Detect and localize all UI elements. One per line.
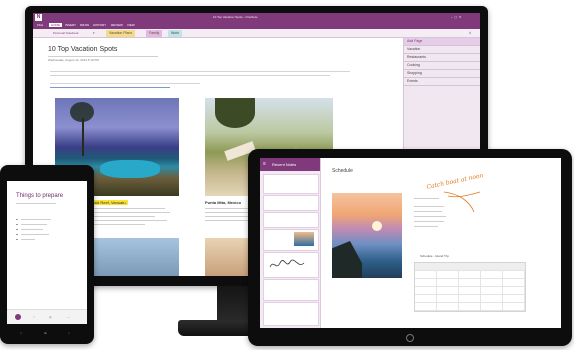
section-bar: Personal Notebook ▾ Vacation Plans Famil… [33,29,480,38]
tablet-screen: Recent Notes ≡ Schedule Catch boat at no… [260,158,561,328]
text-line [50,71,350,72]
phone-screen: Things to prepare ○ ◎ ⋯ [7,181,87,324]
section-tab-vacation[interactable]: Vacation Plans [106,30,136,37]
checklist [16,219,76,259]
ribbon: FILE HOME INSERT DRAW HISTORY REVIEW VIE… [33,22,480,29]
sidebar-page[interactable]: Shopping [404,70,480,78]
tablet-note-item[interactable] [263,229,319,251]
tablet-page-title: Schedule [332,168,353,174]
page-meta: Wednesday, August 14, 2013 5:13 PM [48,58,99,62]
tablet-sidebar: Recent Notes ≡ [260,158,321,328]
page-title: 10 Top Vacation Spots [48,46,118,53]
home-icon[interactable] [15,314,21,320]
ribbon-tab-view[interactable]: VIEW [127,23,135,27]
text-line [50,83,200,84]
section-tab-family[interactable]: Family [146,30,163,37]
handwritten-arrow [443,191,481,213]
sidebar-page[interactable]: Vacation [404,46,480,54]
sidebar-page[interactable]: Restaurants [404,54,480,62]
tablet-home-button[interactable] [406,334,414,342]
phone-nav-buttons: ◁ ⊞ ⌕ [16,330,78,338]
text-line [50,75,330,76]
tablet-note-item[interactable] [263,302,319,326]
link-line[interactable] [50,87,170,88]
notebook-selector[interactable]: Personal Notebook [53,31,79,35]
ribbon-tab-history[interactable]: HISTORY [93,23,106,27]
search-button-icon[interactable]: ⌕ [68,331,70,335]
ribbon-tab-file[interactable]: FILE [37,23,43,27]
tablet-note-item[interactable] [263,195,319,211]
camera-icon[interactable]: ◎ [49,315,52,319]
window-title: 10 Top Vacation Spots - OneNote [213,15,258,19]
ribbon-tab-draw[interactable]: DRAW [80,23,89,27]
tablet-note-item[interactable] [263,174,319,194]
sidebar-page[interactable]: Events [404,78,480,86]
more-icon[interactable]: ⋯ [67,315,70,319]
window-controls[interactable]: – ▢ ✕ [451,15,479,19]
schedule-table-title: Schedule - Island Trip [420,254,450,258]
sidebar-page[interactable]: Cooking [404,62,480,70]
phone-toolbar: ○ ◎ ⋯ [7,309,87,324]
tablet-note-item[interactable] [263,212,319,228]
ribbon-tab-review[interactable]: REVIEW [111,23,123,27]
chevron-down-icon[interactable]: ▾ [93,31,95,35]
tablet-app-header: Recent Notes ≡ [260,158,320,171]
title-bar: N 10 Top Vacation Spots - OneNote – ▢ ✕ [33,13,480,22]
phone-page-title: Things to prepare [16,193,64,199]
ribbon-tab-home[interactable]: HOME [49,23,62,27]
menu-icon[interactable]: ≡ [263,161,266,167]
schedule-table[interactable] [414,262,526,312]
app-icon: N [35,14,42,21]
windows-icon[interactable]: ⊞ [44,331,47,335]
search-icon[interactable]: ⚲ [469,31,471,35]
section-tab-work[interactable]: Work [168,30,183,37]
add-page-button[interactable]: Add Page [404,38,480,46]
tablet-note-item[interactable] [263,279,319,301]
tablet-app-title: Recent Notes [272,162,297,167]
ribbon-tab-insert[interactable]: INSERT [65,23,76,27]
sunset-photo[interactable] [332,193,402,278]
search-icon[interactable]: ○ [33,315,35,319]
back-icon[interactable]: ◁ [20,331,22,335]
tablet-note-item[interactable] [263,252,319,278]
photo-caption: Punta Mita, Mexico [205,200,242,205]
